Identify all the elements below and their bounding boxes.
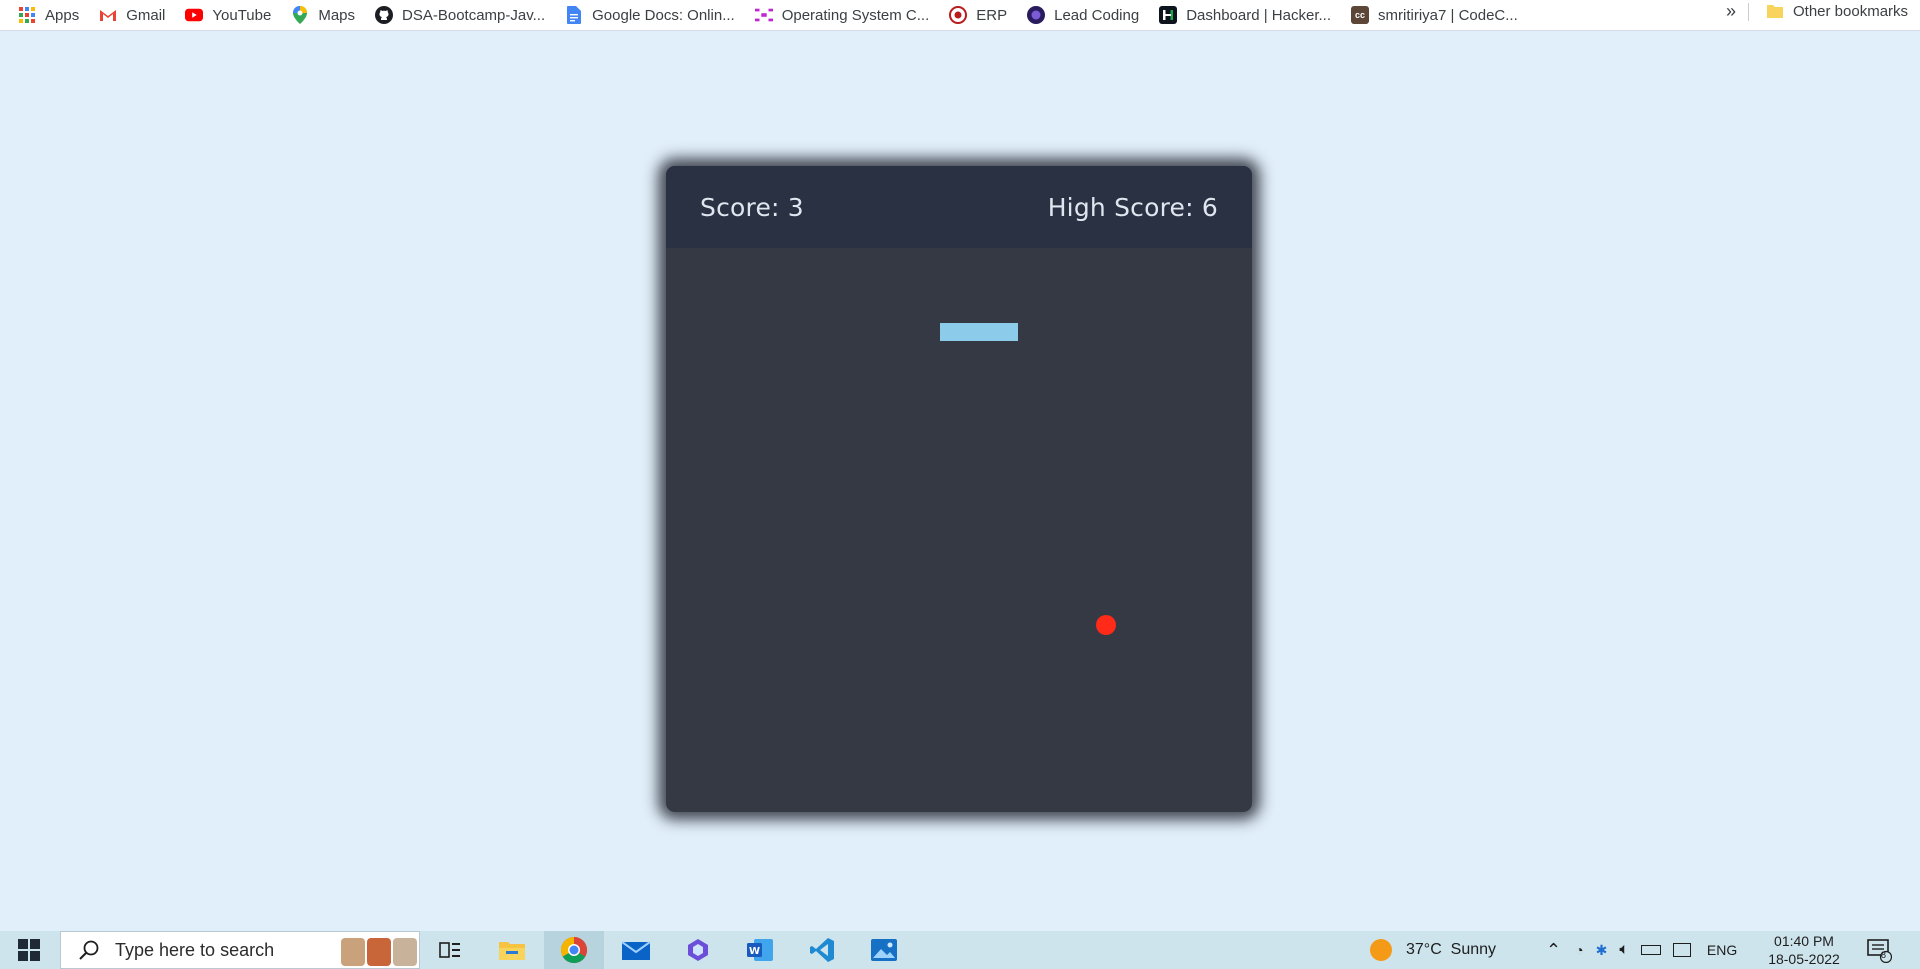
other-bookmarks-folder[interactable]: Other bookmarks [1756, 0, 1918, 22]
erp-icon [949, 6, 968, 24]
bookmarks-bar: Apps Gmail YouTube Maps DSA-Bootcamp-Jav… [0, 0, 1920, 31]
notification-icon [1867, 939, 1893, 964]
volume-icon[interactable]: 🔈︎ [1619, 941, 1629, 959]
windows-logo-icon [18, 939, 40, 961]
svg-text:W: W [749, 946, 760, 957]
search-placeholder: Type here to search [115, 939, 275, 960]
bookmark-label: Lead Coding [1054, 6, 1140, 24]
weather-text[interactable]: 37°C Sunny [1406, 941, 1496, 959]
bookmark-hackerrank[interactable]: Dashboard | Hacker... [1149, 4, 1341, 26]
bookmark-apps[interactable]: Apps [0, 4, 89, 26]
bookmark-label: YouTube [212, 6, 272, 24]
bookmark-youtube[interactable]: YouTube [175, 4, 281, 26]
clock-time: 01:40 PM [1774, 933, 1834, 949]
file-explorer-icon [499, 942, 525, 960]
bookmark-label: Apps [45, 6, 80, 24]
score-display: Score: 3 [700, 192, 804, 222]
apps-grid-icon [18, 6, 36, 24]
file-explorer-button[interactable] [482, 931, 542, 969]
bookmark-label: ERP [976, 6, 1008, 24]
bookmark-label: Gmail [126, 6, 166, 24]
photos-icon [871, 939, 897, 961]
photos-button[interactable] [854, 931, 914, 969]
bluetooth-icon[interactable]: ✱ [1596, 942, 1608, 959]
game-details-bar: Score: 3 High Score: 6 [666, 166, 1252, 248]
bookmark-gmail[interactable]: Gmail [89, 4, 175, 26]
system-tray: 37°C Sunny ⌃ ◔ ✱ 🔈︎ ENG [1370, 931, 1737, 969]
taskbar: Type here to search W 37°C Sunny ⌃ ◔ ✱ 🔈… [0, 931, 1920, 969]
google-docs-icon [565, 6, 583, 24]
bookmark-codechef[interactable]: cc smritiriya7 | CodeC... [1341, 4, 1528, 26]
mail-icon [621, 941, 651, 960]
start-button[interactable] [0, 931, 58, 969]
weather-sun-icon[interactable] [1370, 939, 1392, 961]
os-course-icon [754, 6, 773, 24]
clock-date: 18-05-2022 [1768, 951, 1840, 967]
high-score-display: High Score: 6 [1047, 192, 1218, 222]
vscode-button[interactable] [792, 931, 852, 969]
bookmark-google-docs[interactable]: Google Docs: Onlin... [555, 4, 745, 26]
folder-icon [1766, 2, 1784, 20]
taskbar-search-box[interactable]: Type here to search [60, 931, 420, 969]
battery-icon[interactable] [1640, 945, 1661, 955]
github-icon [375, 6, 394, 24]
chevron-up-icon[interactable]: ⌃ [1546, 940, 1561, 961]
bookmark-label: DSA-Bootcamp-Jav... [402, 6, 546, 24]
network-icon[interactable]: ◔ [1575, 942, 1583, 958]
bookmarks-overflow-button[interactable]: » [1718, 0, 1744, 22]
bookmark-label: smritiriya7 | CodeC... [1378, 6, 1518, 24]
snake-body [940, 323, 1018, 341]
search-highlight-image [341, 938, 417, 966]
bookmark-label: Operating System C... [781, 6, 930, 24]
copilot-button[interactable] [668, 931, 728, 969]
codechef-icon: cc [1351, 6, 1369, 24]
chrome-button[interactable] [544, 931, 604, 969]
word-button[interactable]: W [730, 931, 790, 969]
snake-game-container: Score: 3 High Score: 6 [666, 166, 1252, 812]
bookmark-operating-system[interactable]: Operating System C... [745, 4, 940, 26]
bookmark-erp[interactable]: ERP [939, 4, 1017, 26]
copilot-icon [688, 939, 708, 961]
chrome-icon [560, 936, 588, 964]
gmail-icon [99, 6, 117, 24]
maps-icon [291, 6, 309, 24]
task-view-button[interactable] [420, 931, 480, 969]
search-icon [79, 940, 99, 960]
bookmarks-divider [1748, 3, 1749, 21]
bookmark-label: Google Docs: Onlin... [592, 6, 735, 24]
notification-count: 8 [1881, 950, 1887, 960]
bookmark-label: Dashboard | Hacker... [1186, 6, 1331, 24]
bookmark-label: Maps [318, 6, 356, 24]
hackerrank-icon [1159, 6, 1178, 24]
taskbar-clock[interactable]: 01:40 PM 18-05-2022 [1762, 932, 1846, 968]
food [1096, 615, 1116, 635]
mail-button[interactable] [606, 931, 666, 969]
language-indicator[interactable]: ENG [1707, 942, 1737, 958]
task-view-icon [439, 942, 460, 958]
word-icon: W [747, 939, 773, 961]
other-bookmarks-label: Other bookmarks [1793, 2, 1909, 20]
display-icon[interactable] [1672, 943, 1691, 957]
lead-coding-icon [1027, 6, 1046, 24]
youtube-icon [185, 6, 204, 24]
bookmark-dsa-bootcamp[interactable]: DSA-Bootcamp-Jav... [365, 4, 555, 26]
play-board[interactable] [666, 248, 1252, 812]
notification-center-button[interactable]: 8 [1866, 937, 1893, 964]
bookmark-maps[interactable]: Maps [281, 4, 365, 26]
vscode-icon [810, 938, 834, 962]
bookmark-lead-coding[interactable]: Lead Coding [1017, 4, 1149, 26]
